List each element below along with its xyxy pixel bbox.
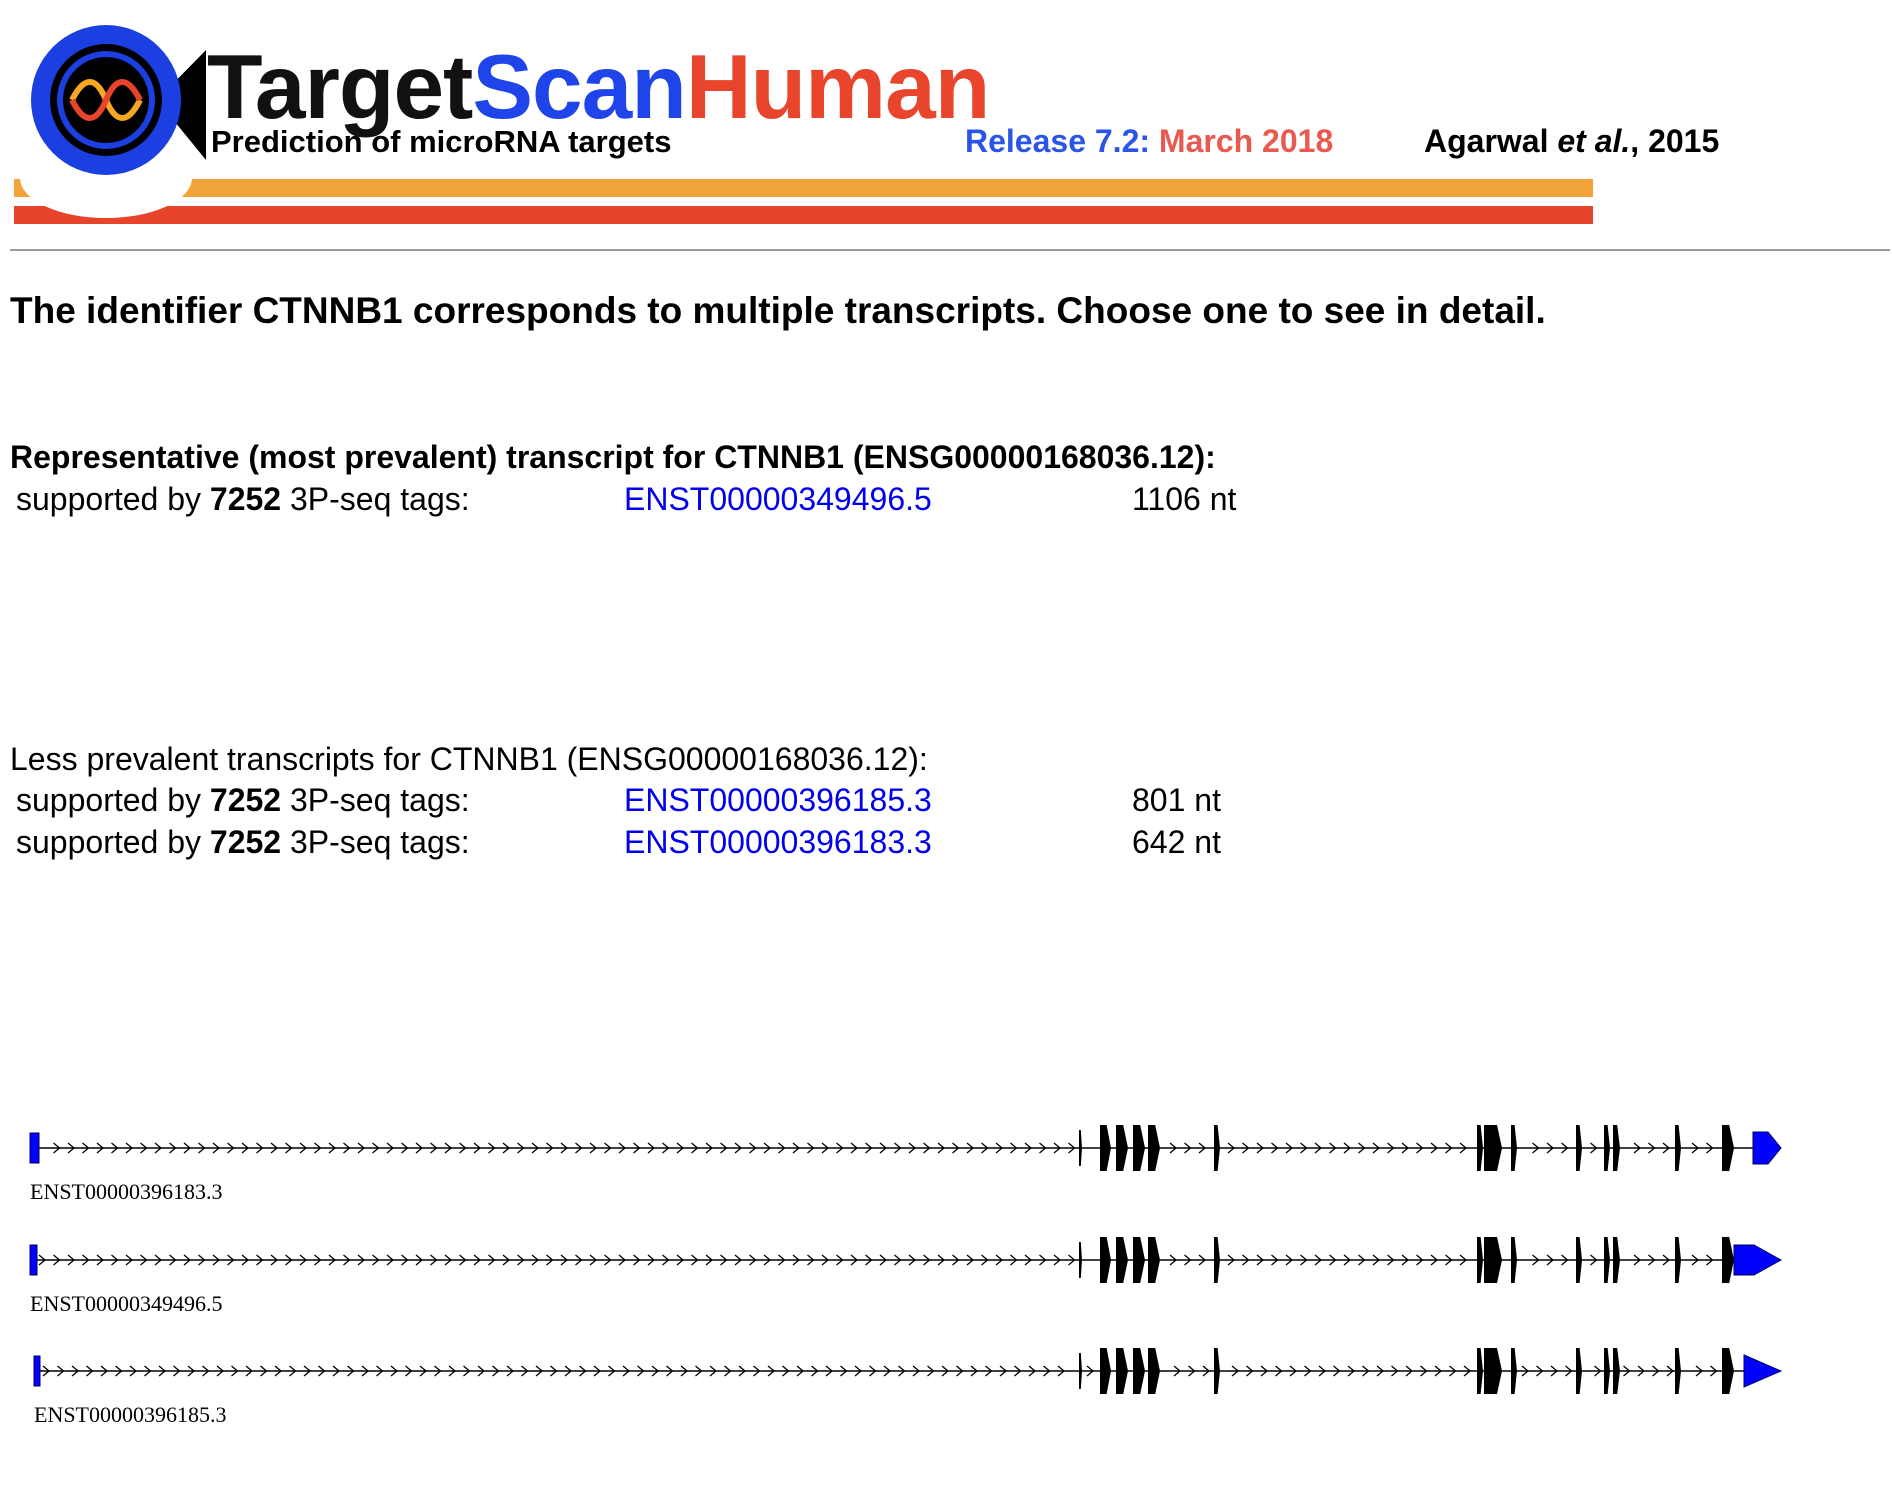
transcript-length: 1106 nt <box>1132 481 1237 517</box>
site-brand[interactable]: TargetScanHuman <box>207 42 990 133</box>
citation-etal: et al. <box>1557 123 1631 159</box>
exon-coding <box>1116 1348 1128 1394</box>
exon-coding <box>1576 1348 1582 1394</box>
exon-coding <box>1214 1348 1220 1394</box>
transcript-diagram <box>29 1125 1782 1171</box>
exon-coding <box>1484 1237 1502 1283</box>
exon-coding <box>1722 1348 1734 1394</box>
exon-coding <box>1148 1237 1160 1283</box>
support-text: supported by 7252 3P-seq tags: <box>16 826 470 858</box>
exon-coding <box>1214 1237 1220 1283</box>
release-date: March 2018 <box>1158 123 1334 159</box>
tag-count: 7252 <box>209 481 282 517</box>
brand-scan: Scan <box>472 37 687 138</box>
exon-coding <box>1675 1237 1681 1283</box>
exon-coding <box>1604 1237 1610 1283</box>
exon-coding <box>1100 1237 1111 1283</box>
exon-utr-5prime <box>33 1355 41 1387</box>
exon-coding <box>1484 1125 1502 1171</box>
exon-coding <box>1511 1237 1517 1283</box>
header-bar-red <box>14 206 1593 224</box>
exon-coding <box>1477 1125 1483 1171</box>
brand-human: Human <box>685 37 990 138</box>
page-heading: The identifier CTNNB1 corresponds to mul… <box>10 290 1546 331</box>
exon-utr-5prime <box>29 1244 38 1276</box>
exon-coding <box>1477 1348 1483 1394</box>
exon-coding <box>1214 1125 1220 1171</box>
exon-utr-3prime <box>1733 1244 1783 1276</box>
tag-count: 7252 <box>209 824 282 860</box>
less-prevalent-title: Less prevalent transcripts for CTNNB1 (E… <box>10 741 928 777</box>
site-tagline: Prediction of microRNA targets <box>211 124 672 159</box>
exon-coding <box>1116 1237 1128 1283</box>
transcript-link[interactable]: ENST00000396185.3 <box>624 784 932 816</box>
release-info: Release 7.2: March 2018 <box>965 125 1333 157</box>
exon-coding <box>1675 1125 1681 1171</box>
exon-coding <box>1484 1348 1502 1394</box>
support-suffix: 3P-seq tags: <box>289 824 470 860</box>
exon-coding <box>1079 1242 1082 1278</box>
exon-coding <box>1100 1348 1111 1394</box>
transcript-link[interactable]: ENST00000396183.3 <box>624 826 932 858</box>
exon-coding <box>1079 1353 1082 1389</box>
exon-coding <box>1511 1125 1517 1171</box>
support-prefix: supported by <box>16 481 202 517</box>
brand-target: Target <box>207 37 473 138</box>
exon-coding <box>1722 1237 1734 1283</box>
support-prefix: supported by <box>16 824 202 860</box>
transcript-row: supported by 7252 3P-seq tags: ENST00000… <box>0 826 1400 860</box>
transcript-row: supported by 7252 3P-seq tags: ENST00000… <box>0 784 1400 818</box>
exon-coding <box>1613 1237 1620 1283</box>
exon-coding <box>1133 1348 1145 1394</box>
header-divider <box>10 249 1890 251</box>
exon-coding <box>1613 1125 1620 1171</box>
transcript-length: 801 nt <box>1132 782 1221 818</box>
exon-coding <box>1133 1125 1145 1171</box>
exon-coding <box>1576 1125 1582 1171</box>
transcript-link[interactable]: ENST00000349496.5 <box>624 483 932 515</box>
exon-coding <box>1604 1125 1610 1171</box>
exon-coding <box>1604 1348 1610 1394</box>
exon-coding <box>1576 1237 1582 1283</box>
tag-count: 7252 <box>209 782 282 818</box>
support-text: supported by 7252 3P-seq tags: <box>16 784 470 816</box>
exon-coding <box>1511 1348 1517 1394</box>
exon-coding <box>1148 1348 1160 1394</box>
transcript-length: 642 nt <box>1132 824 1221 860</box>
exon-coding <box>1722 1125 1734 1171</box>
transcript-diagram <box>29 1237 1783 1283</box>
exon-coding <box>1100 1125 1111 1171</box>
representative-title: Representative (most prevalent) transcri… <box>10 439 1216 475</box>
exon-coding <box>1079 1130 1082 1166</box>
exon-coding <box>1148 1125 1160 1171</box>
exon-coding <box>1116 1125 1128 1171</box>
citation-year: , 2015 <box>1630 123 1720 159</box>
transcript-row: supported by 7252 3P-seq tags: ENST00000… <box>0 483 1400 517</box>
diagram-label: ENST00000396183.3 <box>30 1179 223 1204</box>
header-bar-orange <box>14 179 1593 197</box>
support-suffix: 3P-seq tags: <box>289 782 470 818</box>
citation-author: Agarwal <box>1424 123 1549 159</box>
support-suffix: 3P-seq tags: <box>289 481 470 517</box>
transcript-diagram <box>33 1348 1783 1394</box>
exon-utr-3prime <box>1752 1131 1782 1165</box>
exon-utr-3prime <box>1743 1354 1783 1388</box>
diagram-label: ENST00000396185.3 <box>34 1402 227 1427</box>
exon-utr-5prime <box>29 1132 40 1164</box>
support-text: supported by 7252 3P-seq tags: <box>16 483 470 515</box>
citation: Agarwal et al., 2015 <box>1424 125 1719 157</box>
exon-coding <box>1675 1348 1681 1394</box>
support-prefix: supported by <box>16 782 202 818</box>
exon-coding <box>1133 1237 1145 1283</box>
exon-coding <box>1613 1348 1620 1394</box>
logo-emblem[interactable] <box>0 0 215 230</box>
diagram-label: ENST00000349496.5 <box>30 1291 223 1316</box>
release-label: Release 7.2: <box>965 123 1151 159</box>
exon-coding <box>1477 1237 1483 1283</box>
